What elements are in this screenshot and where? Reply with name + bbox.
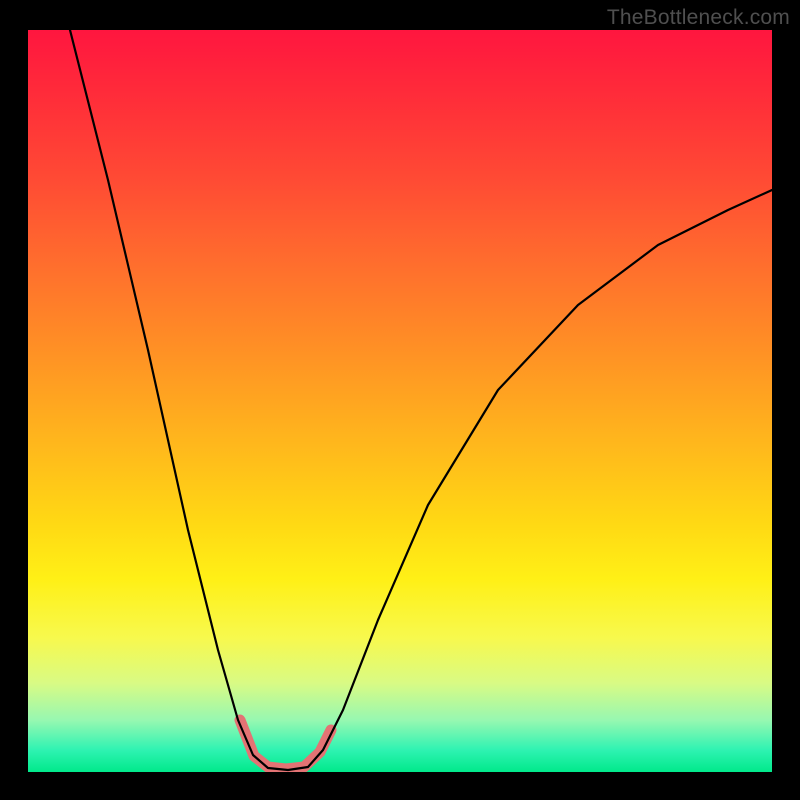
chart-frame: TheBottleneck.com: [0, 0, 800, 800]
watermark-text: TheBottleneck.com: [607, 6, 790, 30]
bottleneck-curve-path: [70, 30, 772, 770]
plot-area: [28, 30, 772, 772]
optimal-highlight-path: [240, 720, 331, 769]
curve-svg: [28, 30, 772, 772]
